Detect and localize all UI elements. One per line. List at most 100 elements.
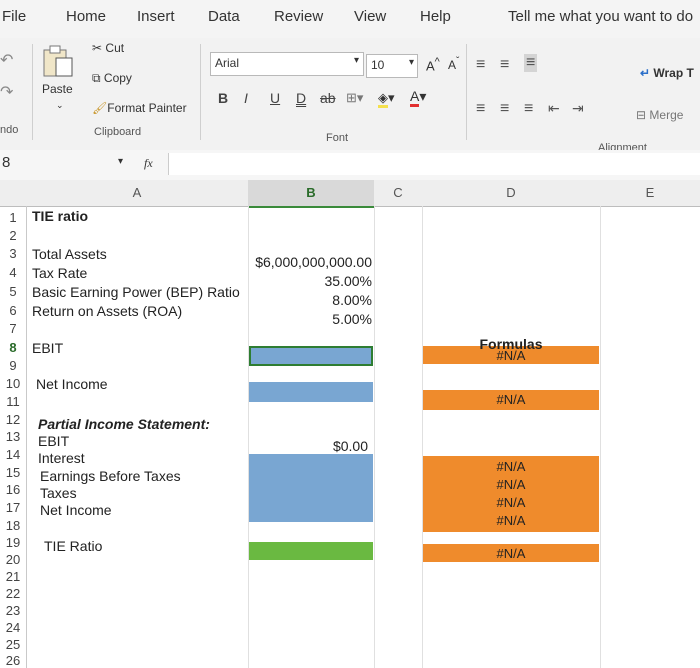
format-painter-button[interactable]: 🖌Format Painter — [92, 101, 187, 115]
column-header-e[interactable]: E — [600, 180, 700, 207]
decrease-font-icon[interactable]: Aˇ — [448, 56, 459, 72]
cells-b14-b17-income-inputs[interactable] — [249, 454, 373, 522]
cell-a5[interactable]: Basic Earning Power (BEP) Ratio — [32, 284, 240, 300]
align-bottom-icon[interactable]: ≡ — [524, 54, 538, 72]
insert-function-icon[interactable]: fx — [144, 156, 153, 171]
cell-b8-ebit-input[interactable] — [249, 346, 373, 366]
row-header[interactable]: 7 — [0, 321, 26, 336]
select-all-corner[interactable] — [0, 180, 27, 207]
row-header[interactable]: 12 — [0, 412, 26, 427]
cell-a4[interactable]: Tax Rate — [32, 265, 87, 281]
menu-review[interactable]: Review — [274, 8, 323, 25]
column-header-b[interactable]: B — [248, 180, 375, 208]
menu-home[interactable]: Home — [66, 8, 106, 25]
wrap-text-button[interactable]: ↵ Wrap T — [640, 66, 694, 80]
cell-a19[interactable]: TIE Ratio — [44, 538, 102, 554]
row-header[interactable]: 2 — [0, 228, 26, 243]
font-name-select[interactable]: Arial ▾ — [210, 52, 364, 76]
column-header-c[interactable]: C — [374, 180, 423, 207]
column-header-d[interactable]: D — [422, 180, 601, 207]
copy-button[interactable]: ⧉ Copy — [92, 71, 132, 86]
cell-a14[interactable]: Interest — [38, 450, 85, 466]
cell-b14[interactable]: $0.00 — [250, 438, 368, 454]
menu-view[interactable]: View — [354, 8, 386, 25]
cell-a10[interactable]: Net Income — [36, 376, 108, 392]
row-header[interactable]: 14 — [0, 447, 26, 462]
cut-button[interactable]: ✂ Cut — [92, 41, 124, 55]
menu-data[interactable]: Data — [208, 8, 240, 25]
fill-color-icon[interactable]: ◈▾ — [378, 90, 395, 108]
row-header[interactable]: 22 — [0, 586, 26, 601]
row-header[interactable]: 10 — [0, 376, 26, 391]
align-left-icon[interactable]: ≡ — [476, 100, 485, 118]
menu-insert[interactable]: Insert — [137, 8, 175, 25]
cell-a17[interactable]: Net Income — [40, 502, 112, 518]
strikethrough-button[interactable]: ab — [320, 90, 336, 106]
row-header[interactable]: 8 — [0, 340, 26, 355]
redo-icon[interactable]: ↷ — [0, 82, 13, 102]
merge-button[interactable]: ⊟ Merge — [636, 108, 683, 122]
align-top-icon[interactable]: ≡ — [476, 56, 485, 74]
cell-a15[interactable]: Earnings Before Taxes — [40, 468, 181, 484]
formula-input[interactable] — [168, 153, 700, 175]
cell-b5[interactable]: 8.00% — [250, 292, 372, 308]
font-color-icon[interactable]: A▾ — [410, 88, 426, 107]
row-header[interactable]: 17 — [0, 500, 26, 515]
cell-d16: #N/A — [496, 477, 526, 492]
paste-dropdown-icon[interactable]: ⌄ — [56, 100, 64, 111]
row-header[interactable]: 13 — [0, 429, 26, 444]
underline-button[interactable]: U — [270, 90, 280, 106]
menu-file[interactable]: File — [2, 8, 26, 25]
align-middle-icon[interactable]: ≡ — [500, 56, 509, 74]
row-header[interactable]: 15 — [0, 465, 26, 480]
cell-a1-title[interactable]: TIE ratio — [32, 208, 88, 224]
row-header[interactable]: 6 — [0, 303, 26, 318]
row-header[interactable]: 21 — [0, 569, 26, 584]
tell-me-search[interactable]: Tell me what you want to do — [508, 8, 693, 25]
cell-b4[interactable]: 35.00% — [250, 273, 372, 289]
cell-b6[interactable]: 5.00% — [250, 311, 372, 327]
font-size-select[interactable]: 10 ▾ — [366, 54, 418, 78]
column-header-a[interactable]: A — [26, 180, 249, 207]
row-header[interactable]: 20 — [0, 552, 26, 567]
align-center-icon[interactable]: ≡ — [500, 100, 509, 118]
menu-help[interactable]: Help — [420, 8, 451, 25]
row-header[interactable]: 23 — [0, 603, 26, 618]
row-header[interactable]: 4 — [0, 265, 26, 280]
row-header[interactable]: 16 — [0, 482, 26, 497]
bold-button[interactable]: B — [218, 90, 228, 106]
row-header[interactable]: 11 — [0, 394, 26, 409]
cell-a6[interactable]: Return on Assets (ROA) — [32, 303, 182, 319]
cell-b20-tie-ratio[interactable] — [249, 542, 373, 560]
row-header[interactable]: 24 — [0, 620, 26, 635]
row-header[interactable]: 5 — [0, 284, 26, 299]
borders-icon[interactable]: ⊞▾ — [346, 90, 363, 106]
cell-d20: #N/A — [496, 546, 526, 561]
increase-font-icon[interactable]: A^ — [426, 56, 440, 73]
row-header[interactable]: 25 — [0, 637, 26, 652]
double-underline-button[interactable]: D — [296, 90, 306, 106]
cell-a8[interactable]: EBIT — [32, 340, 63, 356]
align-right-icon[interactable]: ≡ — [524, 100, 533, 118]
paste-button[interactable]: Paste — [42, 82, 73, 96]
row-header[interactable]: 19 — [0, 535, 26, 550]
cell-a16[interactable]: Taxes — [40, 485, 77, 501]
name-box-dropdown-icon[interactable]: ▾ — [118, 156, 123, 167]
row-header[interactable]: 26 — [0, 653, 26, 668]
row-header[interactable]: 3 — [0, 246, 26, 261]
row-header[interactable]: 18 — [0, 518, 26, 533]
italic-button[interactable]: I — [244, 90, 248, 106]
cell-a3[interactable]: Total Assets — [32, 246, 107, 262]
increase-indent-icon[interactable]: ⇥ — [572, 100, 584, 117]
cell-a13[interactable]: EBIT — [38, 433, 69, 449]
cell-b3[interactable]: $6,000,000,000.00 — [250, 254, 372, 270]
row-header[interactable]: 1 — [0, 210, 26, 225]
cell-a12[interactable]: Partial Income Statement: — [38, 416, 210, 432]
row-header[interactable]: 9 — [0, 358, 26, 373]
paste-icon[interactable] — [40, 44, 76, 78]
formula-bar: 8 ▾ fx — [0, 150, 700, 181]
decrease-indent-icon[interactable]: ⇤ — [548, 100, 560, 117]
name-box[interactable]: 8 — [2, 154, 10, 171]
cell-b10-net-income-input[interactable] — [249, 382, 373, 402]
undo-icon[interactable]: ↶ — [0, 50, 13, 70]
